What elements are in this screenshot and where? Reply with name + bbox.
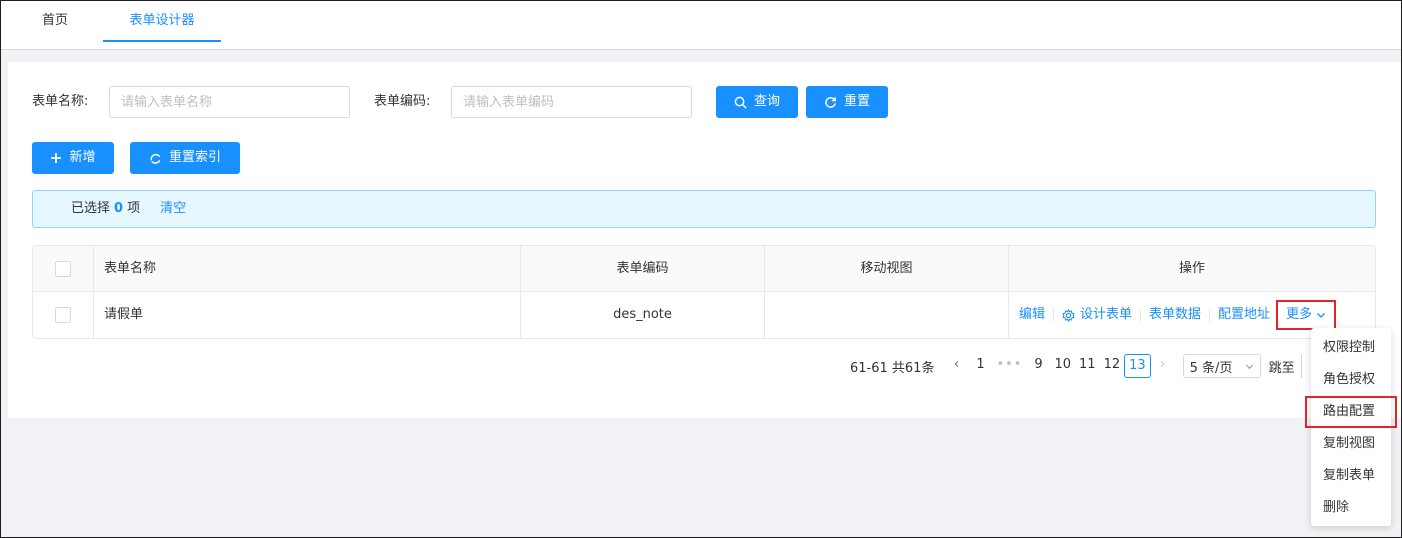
jump-to-input[interactable] xyxy=(1300,354,1307,378)
sync-icon xyxy=(150,153,161,164)
selection-prefix: 已选择 xyxy=(71,201,111,216)
page-size-value: 5 条/页 xyxy=(1189,360,1233,376)
jump-to-label: 跳至 xyxy=(1268,360,1295,376)
selection-count: 0 xyxy=(114,201,124,216)
menu-item-copy-view[interactable]: 复制视图 xyxy=(1311,428,1391,460)
select-all-checkbox[interactable] xyxy=(55,261,71,277)
column-header-actions: 操作 xyxy=(1178,261,1205,276)
gear-icon xyxy=(1062,308,1075,322)
page-size-select[interactable]: 5 条/页 xyxy=(1182,354,1261,378)
search-icon xyxy=(734,96,747,109)
page-10[interactable]: 10 xyxy=(1050,354,1075,378)
menu-item-route-config[interactable]: 路由配置 xyxy=(1305,396,1397,428)
query-button-label: 查询 xyxy=(753,94,780,109)
form-code-input[interactable] xyxy=(451,86,692,118)
form-table: 表单名称 表单编码 移动视图 操作 请假单 des_note 编辑 设计表单 表… xyxy=(32,245,1376,339)
action-divider xyxy=(1140,308,1142,322)
jump-prev-ellipsis[interactable]: ••• xyxy=(992,354,1026,378)
prev-page-button[interactable]: ‹ xyxy=(944,354,968,378)
cell-form-code: des_note xyxy=(521,292,765,338)
menu-item-copy-form[interactable]: 复制表单 xyxy=(1311,460,1391,492)
clear-selection-link[interactable]: 清空 xyxy=(160,201,186,216)
header-checkbox-cell xyxy=(33,246,94,292)
row-checkbox-cell xyxy=(33,292,94,338)
cell-form-name: 请假单 xyxy=(94,292,521,338)
query-button[interactable]: 查询 xyxy=(716,86,798,118)
reindex-button-label: 重置索引 xyxy=(168,150,221,165)
menu-item-delete[interactable]: 删除 xyxy=(1311,492,1391,524)
more-label: 更多 xyxy=(1286,307,1313,322)
reindex-button[interactable]: 重置索引 xyxy=(130,142,240,174)
design-form-link[interactable]: 设计表单 xyxy=(1062,292,1132,338)
menu-item-permission-control[interactable]: 权限控制 xyxy=(1311,332,1391,364)
reset-button-label: 重置 xyxy=(843,94,870,109)
column-header-mobile[interactable]: 移动视图 xyxy=(765,246,1009,292)
action-divider xyxy=(1209,308,1211,322)
next-page-button[interactable]: › xyxy=(1151,354,1175,378)
page-1[interactable]: 1 xyxy=(968,354,992,378)
main-card: 表单名称: 表单编码: 查询 重置 新增 重置索引 已选择0项 清空 表单名称 表… xyxy=(8,62,1401,418)
selection-alert: 已选择 0 项 清空 xyxy=(32,190,1376,228)
config-address-link[interactable]: 配置地址 xyxy=(1218,292,1270,338)
reload-icon xyxy=(825,96,836,108)
pagination-total: 61-61 共61条 xyxy=(850,360,935,376)
more-dropdown-menu: 权限控制 角色授权 路由配置 复制视图 复制表单 删除 xyxy=(1305,328,1397,526)
column-header-code[interactable]: 表单编码 xyxy=(521,246,765,292)
row-checkbox[interactable] xyxy=(55,307,71,323)
action-divider xyxy=(1053,308,1055,322)
more-dropdown-button[interactable]: 更多 xyxy=(1276,300,1337,330)
cell-mobile-view xyxy=(765,292,1009,338)
selection-suffix: 项 xyxy=(127,201,141,216)
pagination: 61-61 共61条 ‹ 1 ••• 9 10 11 12 13 › 5 条/页… xyxy=(850,354,1307,378)
form-data-link[interactable]: 表单数据 xyxy=(1149,292,1201,338)
reset-button[interactable]: 重置 xyxy=(806,86,888,118)
chevron-down-icon xyxy=(1317,313,1326,318)
page-9[interactable]: 9 xyxy=(1026,354,1050,378)
form-name-label: 表单名称: xyxy=(32,94,89,109)
add-button[interactable]: 新增 xyxy=(32,142,114,174)
add-button-label: 新增 xyxy=(69,150,96,165)
tab-bar: 首页 表单设计器 xyxy=(0,0,1402,50)
design-form-label: 设计表单 xyxy=(1080,307,1133,322)
table-header: 表单名称 表单编码 移动视图 操作 xyxy=(33,246,1375,292)
tab-form-designer[interactable]: 表单设计器 xyxy=(103,0,221,42)
form-name-input[interactable] xyxy=(109,86,350,118)
form-code-label: 表单编码: xyxy=(374,94,431,109)
menu-item-role-authorization[interactable]: 角色授权 xyxy=(1311,364,1391,396)
page-13-current[interactable]: 13 xyxy=(1124,354,1151,378)
table-row: 请假单 des_note 编辑 设计表单 表单数据 配置地址 更多 xyxy=(33,292,1375,338)
chevron-down-icon xyxy=(1245,364,1253,369)
page-11[interactable]: 11 xyxy=(1075,354,1100,378)
tab-home[interactable]: 首页 xyxy=(40,0,70,42)
plus-icon xyxy=(51,153,62,163)
page-12[interactable]: 12 xyxy=(1100,354,1125,378)
column-header-name[interactable]: 表单名称 xyxy=(94,246,521,292)
edit-link[interactable]: 编辑 xyxy=(1019,292,1045,338)
